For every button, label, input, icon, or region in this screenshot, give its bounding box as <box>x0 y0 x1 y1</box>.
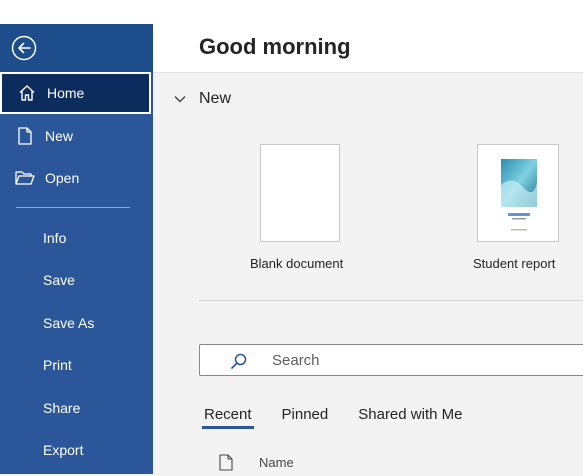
template-label: Student report <box>473 256 556 271</box>
file-list-header: Name <box>219 454 294 471</box>
sidebar-item-label: Save <box>43 272 75 288</box>
sidebar-item-label: Open <box>45 170 80 186</box>
greeting-bar: Good morning <box>153 24 583 73</box>
sidebar-item-label: Home <box>47 85 85 101</box>
sidebar-item-label: Save As <box>43 315 95 331</box>
main-content: Good morning New Blank document Student … <box>153 24 583 474</box>
template-blank-document[interactable]: Blank document <box>250 144 343 271</box>
new-document-icon <box>15 126 35 146</box>
sidebar-item-share[interactable]: Share <box>0 387 153 429</box>
student-report-preview-icon <box>501 159 537 231</box>
sidebar-item-label: Share <box>43 400 81 416</box>
sidebar-item-home[interactable]: Home <box>0 72 151 114</box>
sidebar-item-label: Export <box>43 442 84 458</box>
template-thumbnail <box>260 144 340 242</box>
search-placeholder: Search <box>272 352 320 369</box>
home-icon <box>17 83 37 103</box>
sidebar-item-info[interactable]: Info <box>0 217 153 259</box>
sidebar-item-export[interactable]: Export <box>0 429 153 471</box>
template-thumbnail <box>477 144 559 242</box>
sidebar-item-label: Print <box>43 357 72 373</box>
sidebar-item-print[interactable]: Print <box>0 344 153 386</box>
file-tabs: Recent Pinned Shared with Me <box>202 406 492 429</box>
backstage-sidebar: Home New Open Info Save Save As Print Sh… <box>0 24 153 474</box>
chevron-down-icon <box>173 92 187 106</box>
search-icon <box>230 352 248 370</box>
back-arrow-icon[interactable] <box>11 35 37 61</box>
file-type-icon <box>219 454 233 471</box>
sidebar-item-new[interactable]: New <box>0 115 153 157</box>
back-area <box>0 24 153 72</box>
sidebar-item-label: New <box>45 128 74 144</box>
new-section-header[interactable]: New <box>173 90 231 108</box>
template-student-report[interactable]: Student report <box>473 144 559 271</box>
tab-shared-with-me[interactable]: Shared with Me <box>358 406 462 429</box>
tab-pinned[interactable]: Pinned <box>282 406 329 429</box>
tab-recent[interactable]: Recent <box>202 406 254 429</box>
page-title: Good morning <box>199 34 351 59</box>
search-input[interactable]: Search <box>199 344 583 376</box>
sidebar-divider <box>16 207 130 208</box>
folder-open-icon <box>15 168 35 188</box>
title-strip <box>0 0 583 24</box>
column-header-name[interactable]: Name <box>259 455 294 470</box>
sidebar-item-open[interactable]: Open <box>0 157 153 199</box>
template-label: Blank document <box>250 256 344 271</box>
sidebar-item-save-as[interactable]: Save As <box>0 302 153 344</box>
new-section-title: New <box>199 90 232 107</box>
sidebar-item-save[interactable]: Save <box>0 259 153 301</box>
sidebar-item-label: Info <box>43 230 67 246</box>
section-divider <box>199 300 583 301</box>
